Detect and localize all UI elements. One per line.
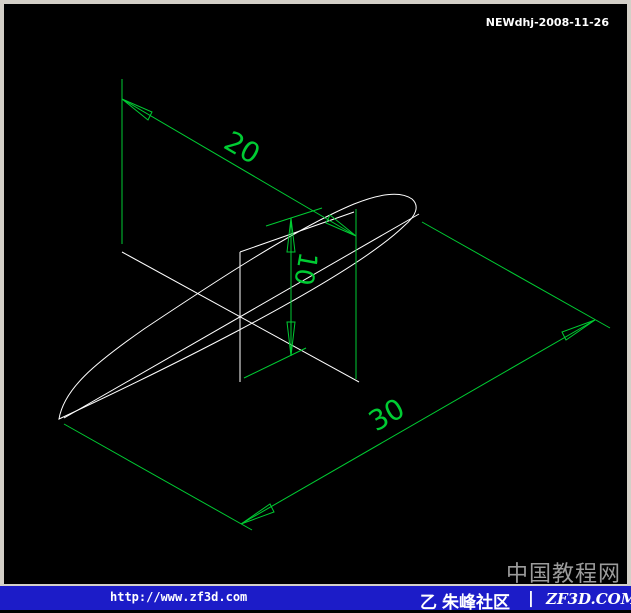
- dim30-ext-right: [421, 221, 611, 329]
- dim30-label: 30: [363, 392, 410, 438]
- blade-outline: [58, 193, 417, 420]
- zf-logo-icon: 乙: [420, 593, 437, 613]
- dim10-ext-bottom: [243, 347, 307, 379]
- drawing-stamp: NEWdhj-2008-11-26: [485, 16, 609, 29]
- dimension-lines: [63, 79, 611, 531]
- footer-url-link[interactable]: http://www.zf3d.com: [110, 590, 247, 604]
- dim20-arrow-left: [121, 98, 153, 121]
- dim10-label: 10: [287, 250, 322, 288]
- screenshot-frame: 20 10 30 NEWdhj-2008-11-26 中国教程网 http://…: [0, 0, 631, 613]
- dim20-label: 20: [219, 124, 266, 170]
- footer-separator: |: [528, 588, 534, 607]
- dimension-labels: 20 10 30: [219, 124, 411, 438]
- dim20-arrow-right: [325, 214, 357, 237]
- footer-bar: http://www.zf3d.com 乙 朱峰社区 | ZF3D.COM: [0, 586, 631, 613]
- watermark-text: 中国教程网: [505, 562, 621, 584]
- dim30-ext-left: [63, 423, 253, 531]
- footer-domain-link[interactable]: ZF3D.COM: [546, 590, 631, 608]
- dim20-line: [121, 98, 357, 237]
- cad-canvas: 20 10 30 NEWdhj-2008-11-26 中国教程网: [4, 4, 627, 584]
- isometric-drawing: 20 10 30: [58, 79, 611, 531]
- section-top-edge: [239, 211, 355, 253]
- geometry: [58, 193, 420, 420]
- dim30-line: [240, 319, 596, 525]
- center-line-long-axis: [63, 213, 420, 419]
- footer-community-name: 朱峰社区: [442, 593, 510, 613]
